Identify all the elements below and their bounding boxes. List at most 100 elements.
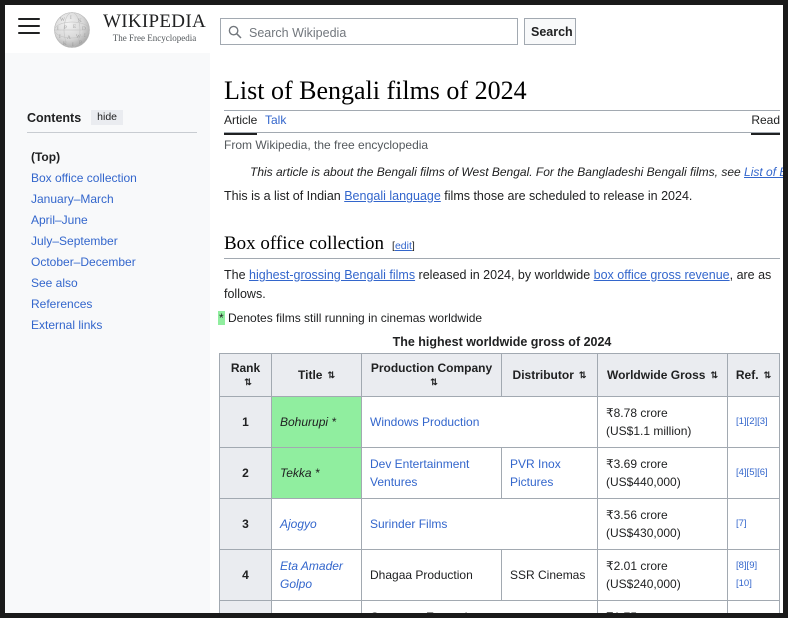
gross-inr: ₹8.78 crore [606, 406, 668, 420]
intro-text-2: films those are scheduled to release in … [440, 189, 693, 203]
column-label-title: Title [298, 368, 323, 382]
cell-rank: 2 [219, 447, 272, 499]
cell-title: Tekka * [271, 447, 362, 499]
gross-usd: (US$1.1 million) [606, 424, 692, 438]
sidebar-item-top[interactable]: (Top) [31, 147, 206, 168]
gross-usd: (US$440,000) [606, 475, 681, 489]
wikipedia-wordmark[interactable]: WIKIPEDIA The Free Encyclopedia [97, 12, 212, 45]
search-box[interactable] [220, 18, 518, 46]
production-company-link[interactable]: Surinder Films [370, 517, 447, 531]
svg-text:I: I [59, 34, 61, 40]
sidebar-item-see-also[interactable]: See also [31, 273, 206, 294]
cell-title: Ajogyo [271, 498, 362, 550]
column-header-worldwide-gross[interactable]: Worldwide Gross ⇅ [597, 353, 728, 397]
column-header-production-company[interactable]: Production Company ⇅ [361, 353, 502, 397]
section-heading: Box office collection [edit] [224, 233, 780, 255]
section-paragraph: The highest-grossing Bengali films relea… [224, 266, 776, 304]
cell-worldwide-gross: ₹1.75 crore(US$210,000) [597, 600, 728, 613]
legend-star-marker: * [218, 311, 225, 325]
sort-arrows-icon[interactable]: ⇅ [430, 377, 438, 388]
sort-arrows-icon[interactable]: ⇅ [710, 370, 718, 381]
cell-distributor: PVR Inox Pictures [501, 447, 598, 499]
hatnote-link[interactable]: List of Ban [744, 165, 783, 179]
production-company-link: Dhagaa Production [370, 568, 473, 582]
article-tagline: From Wikipedia, the free encyclopedia [224, 138, 429, 152]
column-header-rank[interactable]: Rank ⇅ [219, 353, 272, 397]
sidebar-item-april-june[interactable]: April–June [31, 210, 206, 231]
production-company-link[interactable]: Windows Production [370, 415, 479, 429]
intro-text-1: This is a list of Indian [224, 189, 345, 203]
search-icon [228, 25, 242, 39]
column-header-distributor[interactable]: Distributor ⇅ [501, 353, 598, 397]
section-divider [224, 258, 780, 259]
svg-text:I: I [57, 26, 59, 32]
film-title-link[interactable]: Ajogyo [280, 517, 317, 531]
svg-text:P: P [79, 40, 82, 46]
table-row: 3 Ajogyo Surinder Films ₹3.56 crore (US$430,… [219, 498, 780, 550]
column-label-ref: Ref. [735, 368, 759, 382]
distributor-link[interactable]: PVR Inox Pictures [510, 457, 561, 489]
toc-hide-button[interactable]: hide [91, 110, 124, 125]
gross-inr: ₹3.69 crore [606, 457, 668, 471]
article-tabs: Article Talk Read [224, 111, 780, 135]
sort-arrows-icon[interactable]: ⇅ [579, 370, 587, 381]
table-caption: The highest worldwide gross of 2024 [392, 335, 612, 349]
hatnote-text: This article is about the Bengali films … [250, 165, 745, 179]
sort-arrows-icon[interactable]: ⇅ [244, 377, 252, 388]
highest-grossing-link[interactable]: highest-grossing Bengali films [249, 268, 415, 282]
sidebar-item-box-office-collection[interactable]: Box office collection [31, 168, 206, 189]
svg-text:I: I [84, 33, 86, 39]
film-title-link[interactable]: Eta Amader Golpo [280, 559, 343, 591]
search-button[interactable]: Search [524, 18, 576, 45]
table-row: 2 Tekka * Dev Entertainment Ventures PVR In… [219, 447, 780, 499]
cell-rank: 3 [219, 498, 272, 550]
column-label-worldwide-gross: Worldwide Gross [606, 368, 706, 382]
reference-link[interactable]: [7] [736, 518, 747, 529]
section-edit: [edit] [392, 240, 415, 252]
browser-viewport: WIK IPED IAWI KIP WIKIPEDIA The Free Enc… [5, 5, 783, 613]
gross-inr: ₹1.75 crore [606, 610, 668, 613]
sidebar-item-july-september[interactable]: July–September [31, 231, 206, 252]
site-header: WIK IPED IAWI KIP WIKIPEDIA The Free Enc… [5, 5, 783, 53]
table-row: 4 Eta Amader Golpo Dhagaa Production SSR Ci… [219, 549, 780, 601]
box-office-table: Rank ⇅ Title ⇅ Production Company ⇅ Distrib… [219, 353, 780, 613]
bengali-language-link[interactable]: Bengali language [344, 189, 441, 203]
sidebar-item-external-links[interactable]: External links [31, 315, 206, 336]
table-header-row: Rank ⇅ Title ⇅ Production Company ⇅ Distrib… [219, 353, 780, 397]
distributor-link: SSR Cinemas [510, 568, 586, 582]
sidebar-item-october-december[interactable]: October–December [31, 252, 206, 273]
cell-title: Bohurupi * [271, 396, 362, 448]
cell-ref: [11] [727, 600, 780, 613]
film-title-link: Bohurupi * [280, 415, 337, 429]
article-intro: This is a list of Indian Bengali languag… [224, 189, 780, 203]
edit-link[interactable]: edit [395, 240, 412, 252]
gross-usd: (US$240,000) [606, 577, 681, 591]
cell-worldwide-gross: ₹3.56 crore (US$430,000) [597, 498, 728, 550]
para-text-2: released in 2024, by worldwide [415, 268, 594, 282]
reference-link[interactable]: [1][2][3] [736, 416, 768, 427]
sort-arrows-icon[interactable]: ⇅ [327, 370, 335, 381]
box-office-revenue-link[interactable]: box office gross revenue [594, 268, 730, 282]
cell-production-company: Surinder Films [361, 498, 598, 550]
production-company-link[interactable]: Dev Entertainment Ventures [370, 457, 469, 489]
svg-text:D: D [82, 26, 86, 32]
cell-production-company: Dhagaa Production [361, 549, 502, 601]
cell-ref: [7] [727, 498, 780, 550]
sidebar-item-references[interactable]: References [31, 294, 206, 315]
cell-production-company: Grassroot EntertainmentJeetz Filmworks [361, 600, 598, 613]
table-body: 1 Bohurupi * Windows Production ₹8.78 crore… [219, 396, 780, 613]
sidebar-item-january-march[interactable]: January–March [31, 189, 206, 210]
column-header-title[interactable]: Title ⇅ [271, 353, 362, 397]
toc-list: (Top) Box office collection January–Marc… [31, 147, 206, 336]
wordmark-main: WIKIPEDIA [103, 11, 206, 32]
tab-talk[interactable]: Talk [265, 111, 286, 133]
column-header-ref[interactable]: Ref. ⇅ [727, 353, 780, 397]
gross-inr: ₹2.01 crore [606, 559, 668, 573]
reference-link[interactable]: [4][5][6] [736, 467, 768, 478]
reference-link[interactable]: [8][9][10] [736, 560, 757, 589]
sort-arrows-icon[interactable]: ⇅ [764, 370, 772, 381]
search-input[interactable] [247, 19, 516, 46]
wikipedia-globe-icon[interactable]: WIK IPED IAWI KIP [51, 10, 93, 50]
hamburger-menu-icon[interactable] [18, 18, 40, 36]
para-text-1: The [224, 268, 250, 282]
